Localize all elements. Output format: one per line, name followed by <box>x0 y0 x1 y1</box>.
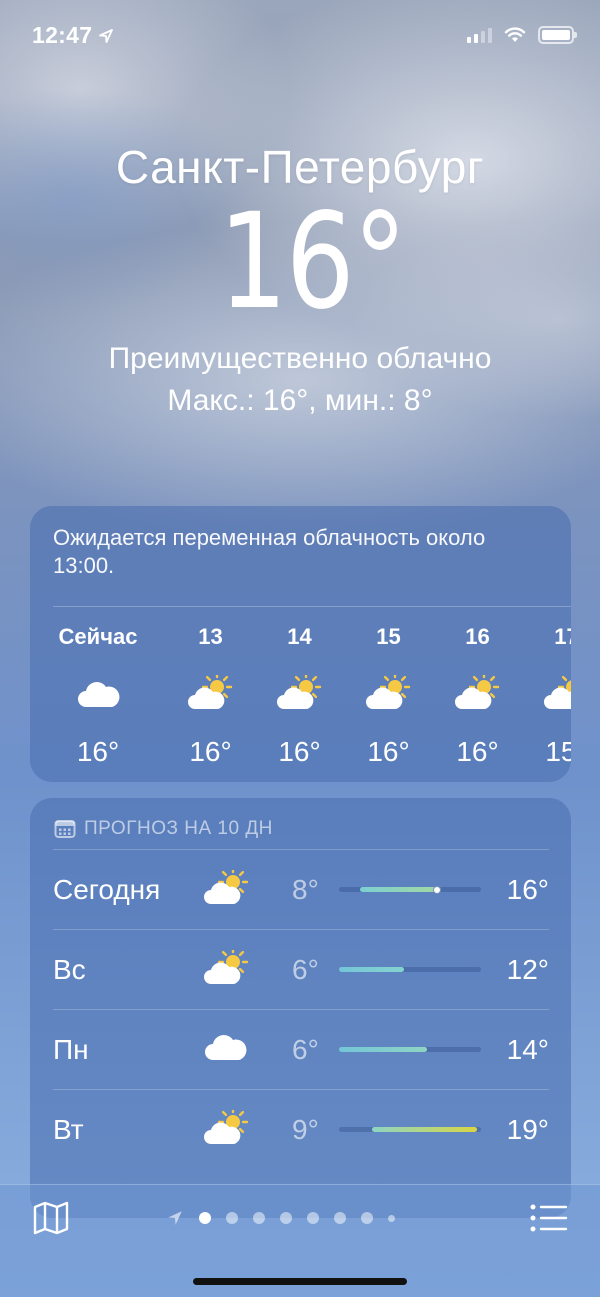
hour-label: 15 <box>376 624 401 649</box>
day-high-temp: 19° <box>506 1114 549 1145</box>
hour-column: Сейчас 16° <box>30 624 166 768</box>
day-name: Сегодня <box>53 874 161 905</box>
day-row[interactable]: Вс 6° 12° <box>53 929 549 1009</box>
hour-label: 14 <box>287 624 312 649</box>
hour-icon-wrap <box>543 666 571 722</box>
high-low-temperature: Макс.: 16°, мин.: 8° <box>167 384 433 417</box>
hour-column: 14 16° <box>255 624 344 768</box>
status-bar: 12:47 <box>0 0 600 70</box>
day-icon-wrap <box>203 1030 247 1069</box>
hourly-list[interactable]: Сейчас 16° 13 16° 14 16° 15 16° 16 16° 17 15° <box>30 624 571 768</box>
day-low-temp: 6° <box>292 1034 319 1065</box>
battery-icon <box>538 26 577 44</box>
page-dot[interactable] <box>307 1212 319 1224</box>
temperature-range-bar <box>339 967 481 972</box>
day-name: Вт <box>53 1114 84 1145</box>
temperature-range-bar <box>339 1047 481 1052</box>
day-icon-wrap <box>203 1106 251 1153</box>
hour-label: Сейчас <box>58 624 138 649</box>
hour-icon-wrap <box>187 666 235 722</box>
hour-temperature: 16° <box>367 736 410 767</box>
page-dot[interactable] <box>388 1214 395 1222</box>
temperature-range-bar <box>339 1127 481 1132</box>
page-dot[interactable] <box>280 1212 292 1224</box>
hour-label: 17 <box>554 624 571 649</box>
page-dot[interactable] <box>199 1212 211 1224</box>
temperature-range-fill <box>360 887 442 892</box>
day-low-temp: 6° <box>292 954 319 985</box>
location-arrow-icon <box>99 28 114 43</box>
day-low-temp: 9° <box>292 1114 319 1145</box>
partly-sunny-icon <box>276 675 321 709</box>
ten-day-header: ПРОГНОЗ НА 10 ДН <box>30 798 571 840</box>
hour-temperature: 16° <box>76 736 120 767</box>
hourly-forecast-card[interactable]: Ожидается переменная облачность около 13… <box>30 506 571 782</box>
home-indicator <box>193 1278 407 1285</box>
day-high-temp: 14° <box>506 1034 549 1065</box>
page-dot[interactable] <box>253 1212 265 1224</box>
day-low-temp: 8° <box>292 874 319 905</box>
forecast-summary: Ожидается переменная облачность около 13… <box>53 525 486 578</box>
partly-sunny-icon <box>543 675 571 709</box>
hour-column: 15 16° <box>344 624 433 768</box>
day-row[interactable]: Сегодня 8° 16° <box>53 849 549 929</box>
status-time: 12:47 <box>32 22 93 48</box>
ten-day-forecast-card[interactable]: ПРОГНОЗ НА 10 ДН Сегодня 8° 16° Вс 6° 12° Пн 6°… <box>30 798 571 1218</box>
hour-temperature: 16° <box>189 736 232 767</box>
day-high-temp: 16° <box>506 874 549 905</box>
divider <box>53 606 571 607</box>
current-temp-dot <box>432 885 441 894</box>
list-icon <box>530 1204 568 1232</box>
hour-temperature: 16° <box>278 736 321 767</box>
day-icon-wrap <box>203 866 251 913</box>
hour-temperature: 16° <box>456 736 499 767</box>
hour-icon-wrap <box>76 666 120 722</box>
hour-column: 17 15° <box>522 624 571 768</box>
hour-temperature: 15° <box>545 736 571 767</box>
cloud-icon <box>205 1035 247 1060</box>
status-icons <box>467 26 577 44</box>
map-button[interactable] <box>32 1199 70 1242</box>
city-list-button[interactable] <box>530 1203 568 1238</box>
day-row[interactable]: Пн 6° 14° <box>53 1009 549 1089</box>
partly-sunny-icon <box>454 675 499 709</box>
day-icon-wrap <box>203 946 251 993</box>
cellular-signal-icon <box>467 27 492 43</box>
current-temperature: 16° <box>218 185 408 339</box>
day-name: Пн <box>53 1034 89 1065</box>
page-dot[interactable] <box>361 1212 373 1224</box>
partly-sunny-icon <box>365 675 410 709</box>
temperature-range-fill <box>339 967 405 972</box>
temperature-range-bar <box>339 885 481 894</box>
weather-condition: Преимущественно облачно <box>108 342 492 375</box>
hour-label: 16 <box>465 624 490 649</box>
hour-icon-wrap <box>276 666 324 722</box>
page-dot[interactable] <box>226 1212 238 1224</box>
partly-sunny-icon <box>204 866 249 904</box>
map-icon <box>33 1201 69 1235</box>
day-row[interactable]: Вт 9° 19° <box>53 1089 549 1169</box>
partly-sunny-icon <box>204 946 249 984</box>
partly-sunny-icon <box>204 1106 249 1144</box>
status-time-group: 12:47 <box>32 22 114 49</box>
current-weather: Санкт-Петербург 16° Преимущественно обла… <box>0 140 600 418</box>
hour-column: 16 16° <box>433 624 522 768</box>
cloud-icon <box>78 682 120 707</box>
day-high-temp: 12° <box>506 954 549 985</box>
day-name: Вс <box>53 954 86 985</box>
calendar-icon <box>54 820 76 838</box>
hour-column: 13 16° <box>166 624 255 768</box>
wifi-icon <box>504 27 526 42</box>
hour-label: 13 <box>198 624 223 649</box>
temperature-range-fill <box>339 1047 428 1052</box>
hour-icon-wrap <box>454 666 502 722</box>
location-arrow-icon[interactable] <box>166 1209 184 1227</box>
hour-icon-wrap <box>365 666 413 722</box>
temperature-range-fill <box>371 1127 477 1132</box>
ten-day-title: ПРОГНОЗ НА 10 ДН <box>84 818 273 839</box>
page-indicator[interactable] <box>166 1209 395 1227</box>
page-dot[interactable] <box>334 1212 346 1224</box>
partly-sunny-icon <box>187 675 232 709</box>
